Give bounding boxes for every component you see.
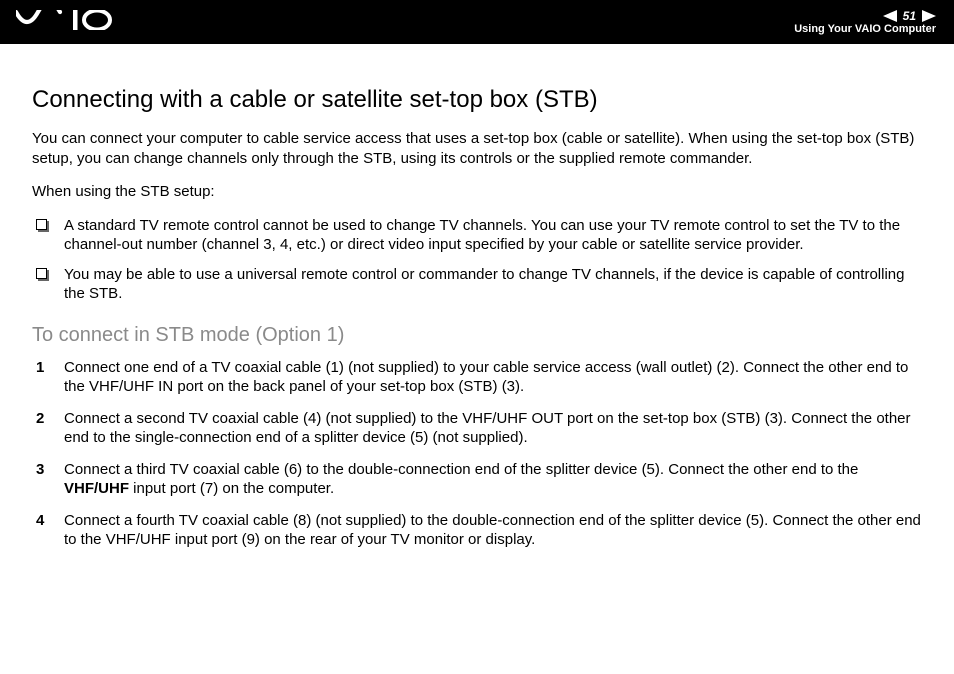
prev-page-icon[interactable] [883, 10, 897, 22]
square-bullet-icon [36, 268, 47, 279]
note-text: A standard TV remote control cannot be u… [64, 217, 900, 254]
when-using-line: When using the STB setup: [32, 182, 922, 202]
next-page-icon[interactable] [922, 10, 936, 22]
step-text: Connect a fourth TV coaxial cable (8) (n… [64, 512, 921, 549]
page-title: Connecting with a cable or satellite set… [32, 84, 922, 115]
intro-paragraph: You can connect your computer to cable s… [32, 129, 922, 168]
header-bar: 51 Using Your VAIO Computer [0, 0, 954, 44]
step-number: 3 [36, 460, 44, 480]
sub-heading: To connect in STB mode (Option 1) [32, 322, 922, 348]
list-item: 2 Connect a second TV coaxial cable (4) … [32, 409, 922, 448]
notes-list: A standard TV remote control cannot be u… [32, 216, 922, 304]
step-number: 4 [36, 511, 44, 531]
list-item: 1 Connect one end of a TV coaxial cable … [32, 358, 922, 397]
step-text: Connect one end of a TV coaxial cable (1… [64, 359, 908, 396]
step-text-bold: VHF/UHF [64, 480, 129, 497]
step-text: Connect a second TV coaxial cable (4) (n… [64, 410, 911, 447]
page-nav: 51 [883, 10, 936, 22]
note-text: You may be able to use a universal remot… [64, 266, 904, 303]
header-right: 51 Using Your VAIO Computer [794, 10, 936, 35]
page-number: 51 [899, 10, 920, 22]
step-text: input port (7) on the computer. [129, 480, 334, 497]
step-text: Connect a third TV coaxial cable (6) to … [64, 461, 858, 478]
list-item: 3 Connect a third TV coaxial cable (6) t… [32, 460, 922, 499]
list-item: A standard TV remote control cannot be u… [32, 216, 922, 255]
step-number: 2 [36, 409, 44, 429]
steps-list: 1 Connect one end of a TV coaxial cable … [32, 358, 922, 550]
step-number: 1 [36, 358, 44, 378]
square-bullet-icon [36, 219, 47, 230]
page-content: Connecting with a cable or satellite set… [0, 44, 954, 594]
list-item: 4 Connect a fourth TV coaxial cable (8) … [32, 511, 922, 550]
list-item: You may be able to use a universal remot… [32, 265, 922, 304]
section-label: Using Your VAIO Computer [794, 24, 936, 35]
vaio-logo [16, 10, 112, 35]
